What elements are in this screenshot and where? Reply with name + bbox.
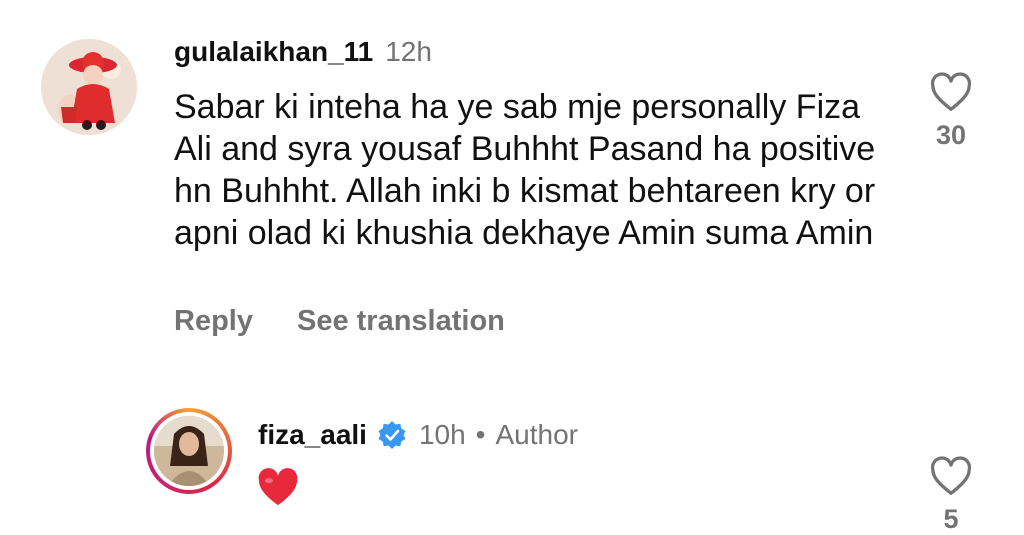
separator: • <box>475 419 486 450</box>
comment-header: fiza_aali 10h • Author <box>258 414 578 451</box>
avatar[interactable] <box>41 39 137 135</box>
timestamp: 12h <box>385 36 432 67</box>
comment-actions: Reply See translation <box>174 305 505 338</box>
see-translation-button[interactable]: See translation <box>297 305 505 338</box>
like-count: 5 <box>943 504 959 534</box>
like-group: 30 <box>927 72 975 151</box>
author-label: Author <box>495 419 578 450</box>
like-count: 30 <box>935 120 967 150</box>
username[interactable]: fiza_aali <box>258 419 367 451</box>
comment-header: gulalaikhan_11 12h <box>174 36 432 68</box>
verified-badge-icon <box>377 420 407 455</box>
like-group: 5 <box>927 456 975 535</box>
timestamp: 10h <box>418 419 466 450</box>
story-ring[interactable] <box>146 408 232 494</box>
avatar <box>154 416 224 486</box>
reply-button[interactable]: Reply <box>174 305 253 338</box>
heart-outline-icon[interactable] <box>927 72 975 112</box>
comment-text: Sabar ki inteha ha ye sab mje personally… <box>174 88 876 252</box>
heart-outline-icon[interactable] <box>927 456 975 496</box>
username[interactable]: gulalaikhan_11 <box>174 36 373 68</box>
red-heart-emoji-icon <box>256 467 300 512</box>
